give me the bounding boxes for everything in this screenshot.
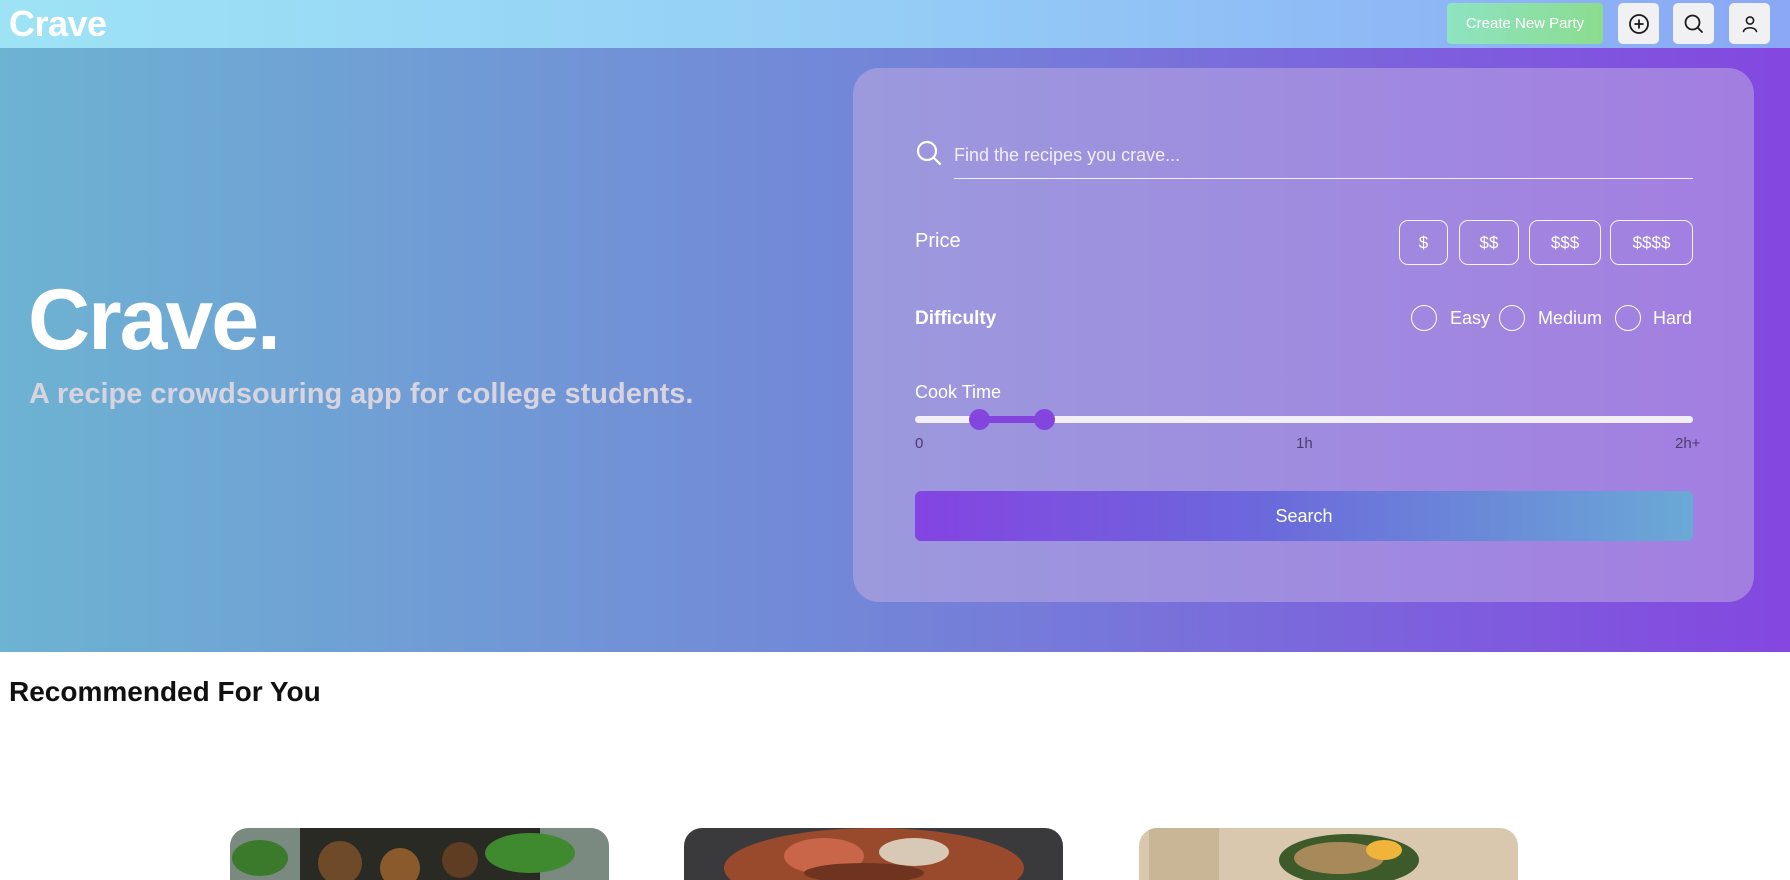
nav-search-button[interactable] xyxy=(1673,3,1714,44)
difficulty-medium-label[interactable]: Medium xyxy=(1538,308,1602,329)
difficulty-hard-radio[interactable] xyxy=(1615,305,1641,331)
cook-time-tick-end: 2h+ xyxy=(1675,435,1701,452)
cook-time-min-handle[interactable] xyxy=(969,409,991,430)
difficulty-hard-label[interactable]: Hard xyxy=(1653,308,1692,329)
recipe-photo-stuffed-pepper xyxy=(1139,828,1518,880)
profile-button[interactable] xyxy=(1729,3,1770,44)
recipe-photo-salad-bowl xyxy=(230,828,609,880)
hero-subtitle: A recipe crowdsouring app for college st… xyxy=(29,378,694,410)
cook-time-max-handle[interactable] xyxy=(1033,409,1055,430)
difficulty-easy-label[interactable]: Easy xyxy=(1450,308,1490,329)
top-nav: Crave Create New Party xyxy=(0,0,1790,48)
create-new-party-button[interactable]: Create New Party xyxy=(1447,3,1603,44)
recipe-card-3[interactable] xyxy=(1139,828,1518,880)
price-option-4[interactable]: $$$$ xyxy=(1610,220,1693,265)
recipe-photo-baked-dish xyxy=(684,828,1063,880)
recommended-heading: Recommended For You xyxy=(9,676,321,707)
recipe-card-2[interactable] xyxy=(684,828,1063,880)
hero-title: Crave. xyxy=(28,272,281,368)
recipe-card-1[interactable] xyxy=(230,828,609,880)
recipe-search-input[interactable] xyxy=(954,133,1693,179)
price-option-1[interactable]: $ xyxy=(1399,220,1448,265)
brand-logo[interactable]: Crave xyxy=(9,3,107,45)
difficulty-label: Difficulty xyxy=(915,308,997,329)
add-button[interactable] xyxy=(1618,3,1659,44)
user-icon xyxy=(1742,15,1757,32)
hero-section: Crave. A recipe crowdsouring app for col… xyxy=(0,48,1790,652)
add-circle-icon xyxy=(1628,13,1649,34)
cook-time-tick-mid: 1h xyxy=(1296,435,1313,452)
price-label: Price xyxy=(915,230,961,252)
price-option-2[interactable]: $$ xyxy=(1459,220,1519,265)
cook-time-tick-start: 0 xyxy=(915,435,924,452)
price-option-3[interactable]: $$$ xyxy=(1529,220,1601,265)
search-icon xyxy=(1684,14,1703,33)
search-icon xyxy=(916,140,942,166)
search-panel: Price $ $$ $$$ $$$$ Difficulty Easy Medi… xyxy=(853,68,1754,602)
difficulty-medium-radio[interactable] xyxy=(1499,305,1525,331)
difficulty-easy-radio[interactable] xyxy=(1411,305,1437,331)
cook-time-label: Cook Time xyxy=(915,382,1002,402)
search-submit-button[interactable]: Search xyxy=(915,491,1693,541)
